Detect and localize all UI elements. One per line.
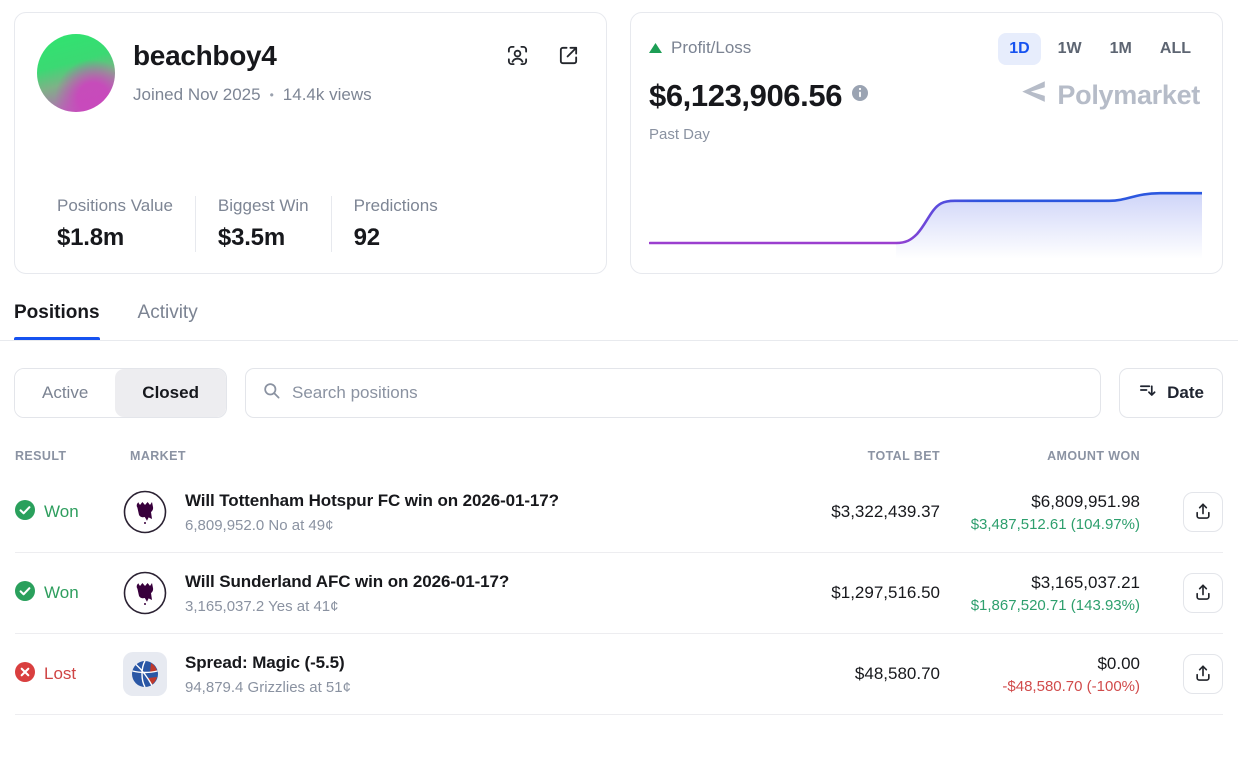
- profile-stats: Positions Value $1.8m Biggest Win $3.5m …: [37, 196, 584, 252]
- external-link-icon: [557, 55, 580, 70]
- share-button[interactable]: [1183, 492, 1223, 532]
- loss-value: -$48,580.70 (-100%): [940, 678, 1140, 695]
- share-button[interactable]: [1183, 573, 1223, 613]
- market-subtitle: 94,879.4 Grizzlies at 51¢: [185, 679, 351, 696]
- main-tabs: Positions Activity: [0, 302, 1238, 340]
- qr-scan-button[interactable]: [506, 44, 529, 68]
- total-bet-value: $1,297,516.50: [690, 583, 940, 603]
- stat-value: $3.5m: [218, 224, 309, 252]
- won-check-icon: [15, 500, 35, 525]
- profit-loss-amount: $6,123,906.56: [649, 78, 842, 114]
- stat-label: Positions Value: [57, 196, 173, 216]
- tabs-divider: [0, 340, 1238, 341]
- market-title[interactable]: Spread: Magic (-5.5): [185, 653, 351, 673]
- table-row[interactable]: Won Will Sunderland AFC win on 2026-01-1…: [15, 553, 1223, 634]
- range-1w[interactable]: 1W: [1047, 33, 1093, 65]
- date-sort-button[interactable]: Date: [1119, 368, 1223, 418]
- stat-label: Predictions: [354, 196, 438, 216]
- market-title[interactable]: Will Sunderland AFC win on 2026-01-17?: [185, 572, 509, 592]
- header-amount-won: AMOUNT WON: [940, 449, 1155, 463]
- external-link-button[interactable]: [557, 44, 580, 68]
- stat-predictions: Predictions 92: [331, 196, 460, 252]
- share-button[interactable]: [1183, 654, 1223, 694]
- polymarket-brand: Polymarket: [1018, 77, 1202, 114]
- sort-icon: [1138, 381, 1157, 405]
- profit-value: $3,487,512.61 (104.97%): [940, 516, 1140, 533]
- profile-card: beachboy4 Joined Nov 2025 • 14.4k views: [14, 12, 607, 274]
- tab-activity[interactable]: Activity: [138, 302, 198, 340]
- segment-closed[interactable]: Closed: [115, 369, 226, 417]
- market-subtitle: 6,809,952.0 No at 49¢: [185, 517, 559, 534]
- result-label: Won: [44, 502, 79, 522]
- profit-value: $1,867,520.71 (143.93%): [940, 597, 1140, 614]
- status-segmented-control: Active Closed: [14, 368, 227, 418]
- segment-active[interactable]: Active: [15, 369, 115, 417]
- total-bet-value: $48,580.70: [690, 664, 940, 684]
- tab-positions[interactable]: Positions: [14, 302, 100, 340]
- share-icon: [1193, 501, 1213, 524]
- search-icon: [262, 381, 281, 405]
- amount-won-value: $0.00: [940, 654, 1140, 674]
- market-title[interactable]: Will Tottenham Hotspur FC win on 2026-01…: [185, 491, 559, 511]
- profit-loss-label: Profit/Loss: [671, 38, 751, 58]
- info-icon[interactable]: [852, 85, 868, 106]
- positions-table: RESULT MARKET TOTAL BET AMOUNT WON Won W…: [0, 439, 1238, 715]
- profit-loss-chart[interactable]: [649, 181, 1202, 259]
- lost-x-icon: [15, 662, 35, 687]
- polymarket-logo-icon: [1018, 77, 1048, 114]
- result-label: Lost: [44, 664, 76, 684]
- username: beachboy4: [133, 40, 372, 72]
- header-total-bet: TOTAL BET: [690, 449, 940, 463]
- up-triangle-icon: [649, 38, 662, 58]
- stat-label: Biggest Win: [218, 196, 309, 216]
- table-row[interactable]: Won Will Tottenham Hotspur FC win on 202…: [15, 472, 1223, 553]
- avatar: [37, 34, 115, 112]
- header-result: RESULT: [15, 449, 123, 463]
- search-positions-box[interactable]: [245, 368, 1101, 418]
- joined-date: Joined Nov 2025: [133, 85, 261, 105]
- premier-league-icon: [123, 490, 167, 534]
- stat-positions-value: Positions Value $1.8m: [57, 196, 195, 252]
- stat-value: $1.8m: [57, 224, 173, 252]
- polymarket-wordmark: Polymarket: [1057, 80, 1200, 111]
- table-header: RESULT MARKET TOTAL BET AMOUNT WON: [15, 439, 1223, 472]
- share-icon: [1193, 582, 1213, 605]
- range-1d[interactable]: 1D: [998, 33, 1040, 65]
- search-input[interactable]: [292, 383, 1084, 403]
- table-row[interactable]: Lost Spread: Magic (-5.5) 94,879.4 Grizz…: [15, 634, 1223, 715]
- date-button-label: Date: [1167, 383, 1204, 403]
- total-bet-value: $3,322,439.37: [690, 502, 940, 522]
- top-section: beachboy4 Joined Nov 2025 • 14.4k views: [0, 0, 1238, 274]
- result-label: Won: [44, 583, 79, 603]
- views-count: 14.4k views: [283, 85, 372, 105]
- stat-biggest-win: Biggest Win $3.5m: [195, 196, 331, 252]
- header-market: MARKET: [123, 449, 690, 463]
- amount-won-value: $6,809,951.98: [940, 492, 1140, 512]
- share-icon: [1193, 663, 1213, 686]
- period-label: Past Day: [649, 126, 1202, 143]
- amount-won-value: $3,165,037.21: [940, 573, 1140, 593]
- filter-row: Active Closed Date: [0, 368, 1238, 418]
- range-1m[interactable]: 1M: [1099, 33, 1143, 65]
- time-range-selector: 1D 1W 1M ALL: [998, 33, 1202, 65]
- range-all[interactable]: ALL: [1149, 33, 1202, 65]
- qr-scan-icon: [506, 55, 529, 70]
- market-subtitle: 3,165,037.2 Yes at 41¢: [185, 598, 509, 615]
- nba-basketball-icon: [123, 652, 167, 696]
- separator-dot: •: [270, 88, 274, 102]
- won-check-icon: [15, 581, 35, 606]
- profit-loss-card: Profit/Loss 1D 1W 1M ALL $6,123,906.56 P: [630, 12, 1223, 274]
- stat-value: 92: [354, 224, 438, 252]
- premier-league-icon: [123, 571, 167, 615]
